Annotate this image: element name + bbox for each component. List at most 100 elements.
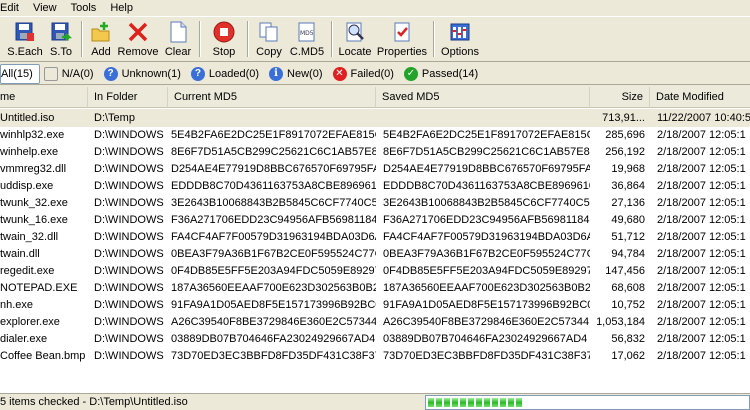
cell-folder: D:\WINDOWS [94,180,164,192]
table-row[interactable]: winhelp.exe D:\WINDOWS 8E6F7D51A5CB299C256… [0,143,750,161]
cell-current: 3E2643B10068843B2B5845C6CF7740C5 [171,197,376,209]
copy-icon [257,20,281,44]
toolbar-button-add[interactable]: Add [86,17,116,61]
filter-unknown-label: Unknown(1) [121,67,181,80]
cell-saved: 0BEA3F79A36B1F67B2CE0F595524C77C [383,248,590,260]
save-each-label: S.Each [7,46,43,58]
toolbar-button-copy-md5[interactable]: MD5 C.MD5 [286,17,328,61]
cell-date: 2/18/2007 12:05:1 [657,299,746,311]
toolbar-separator [199,21,201,57]
copy-md5-icon: MD5 [295,20,319,44]
table-row[interactable]: uddisp.exe D:\WINDOWS EDDDB8C70D4361163753… [0,177,750,195]
filter-all-label: All(15) [1,67,33,80]
cell-folder: D:\WINDOWS [94,248,164,260]
add-folder-icon [89,20,113,44]
table-row[interactable]: twain.dll D:\WINDOWS 0BEA3F79A36B1F67B2CE0… [0,245,750,263]
cell-folder: D:\WINDOWS [94,231,164,243]
cell-date: 2/18/2007 12:05:1 [657,214,746,226]
cell-date: 2/18/2007 12:05:1 [657,282,746,294]
filter-all[interactable]: All(15) [0,63,40,84]
cell-name: twain_32.dll [0,231,59,243]
progress-block [508,398,514,407]
cell-folder: D:\WINDOWS [94,333,164,345]
filter-loaded[interactable]: ? Loaded(0) [187,64,265,84]
cell-folder: D:\WINDOWS [94,316,164,328]
cell-saved: 73D70ED3EC3BBFD8FD35DF431C38F374 [383,350,590,362]
filter-na[interactable]: N/A(0) [40,64,100,84]
filter-unknown[interactable]: ? Unknown(1) [100,64,187,84]
menu-edit[interactable]: Edit [0,0,19,16]
column-header-name[interactable]: me [0,87,88,108]
cell-current: 91FA9A1D05AED8F5E157173996B92BC0 [171,299,376,311]
table-row[interactable]: Coffee Bean.bmp D:\WINDOWS 73D70ED3EC3BBFD… [0,347,750,365]
cell-date: 2/18/2007 12:05:1 [657,129,746,141]
toolbar-button-save-each[interactable]: S.Each [6,17,44,61]
column-header-saved-md5[interactable]: Saved MD5 [376,87,590,108]
filter-passed[interactable]: ✓ Passed(14) [400,64,484,84]
progress-block [460,398,466,407]
question-icon: ? [103,66,118,81]
column-header-folder[interactable]: In Folder [88,87,168,108]
locate-label: Locate [338,46,372,58]
cell-date: 2/18/2007 12:05:1 [657,333,746,345]
cell-current [171,109,376,127]
cell-saved: F36A271706EDD23C94956AFB56981184 [383,214,590,226]
cell-size: 94,784 [611,248,645,260]
table-row[interactable]: dialer.exe D:\WINDOWS 03889DB07B704646FA23… [0,330,750,348]
options-icon [448,20,472,44]
filter-new[interactable]: i New(0) [265,64,328,84]
toolbar-button-options[interactable]: Options [438,17,482,61]
progress-block [428,398,434,407]
progress-block [452,398,458,407]
cell-name: twunk_16.exe [0,214,68,226]
remove-icon [126,20,150,44]
table-row[interactable]: NOTEPAD.EXE D:\WINDOWS 187A36560EEAAF700E6… [0,279,750,297]
info-icon: i [269,66,284,81]
table-row[interactable]: Untitled.iso D:\Temp 713,91... 11/22/2007 1… [0,109,750,127]
toolbar-button-clear[interactable]: Clear [160,17,196,61]
cell-name: Coffee Bean.bmp [0,350,86,362]
cell-saved: FA4CF4AF7F00579D31963194BDA03D6A [383,231,590,243]
menu-help[interactable]: Help [110,0,133,16]
cell-size: 51,712 [611,231,645,243]
filter-failed-label: Failed(0) [350,67,394,80]
save-each-icon [13,20,37,44]
cell-saved [383,109,590,127]
column-header-date[interactable]: Date Modified [650,87,750,108]
filter-failed[interactable]: ✕ Failed(0) [329,64,400,84]
menu-view[interactable]: View [33,0,57,16]
cell-current: 0F4DB85E5FF5E203A94FDC5059E89297 [171,265,376,277]
cell-current: 0BEA3F79A36B1F67B2CE0F595524C77C [171,248,376,260]
progress-block [484,398,490,407]
table-row[interactable]: twunk_32.exe D:\WINDOWS 3E2643B10068843B2B… [0,194,750,212]
column-header-current-md5[interactable]: Current MD5 [168,87,376,108]
progress-block [476,398,482,407]
table-row[interactable]: nh.exe D:\WINDOWS 91FA9A1D05AED8F5E1571739… [0,296,750,314]
table-row[interactable]: explorer.exe D:\WINDOWS A26C39540F8BE37298… [0,313,750,331]
cell-name: uddisp.exe [0,180,54,192]
locate-icon [343,20,367,44]
cell-name: twunk_32.exe [0,197,68,209]
column-header-size[interactable]: Size [590,87,650,108]
cell-date: 11/22/2007 10:40:5 [657,112,750,124]
toolbar-button-locate[interactable]: Locate [336,17,374,61]
toolbar-separator [81,21,83,57]
toolbar-button-remove[interactable]: Remove [116,17,160,61]
toolbar-button-properties[interactable]: Properties [374,17,430,61]
table-row[interactable]: twunk_16.exe D:\WINDOWS F36A271706EDD23C94… [0,211,750,229]
table-row[interactable]: winhlp32.exe D:\WINDOWS 5E4B2FA6E2DC25E1F8… [0,126,750,144]
menu-tools[interactable]: Tools [71,0,97,16]
table-row[interactable]: regedit.exe D:\WINDOWS 0F4DB85E5FF5E203A94… [0,262,750,280]
cell-saved: EDDDB8C70D4361163753A8CBE8969610 [383,180,590,192]
toolbar-button-copy[interactable]: Copy [252,17,286,61]
cell-size: 10,752 [611,299,645,311]
toolbar-button-save-to[interactable]: S.To [44,17,78,61]
filter-bar: All(15) N/A(0) ? Unknown(1) ? Loaded(0) … [0,63,750,85]
cell-saved: 03889DB07B704646FA23024929667AD4 [383,333,588,345]
table-row[interactable]: twain_32.dll D:\WINDOWS FA4CF4AF7F00579D31… [0,228,750,246]
toolbar-button-stop[interactable]: Stop [204,17,244,61]
table-row[interactable]: vmmreg32.dll D:\WINDOWS D254AE4E77919D8BBC… [0,160,750,178]
cell-current: FA4CF4AF7F00579D31963194BDA03D6A [171,231,376,243]
cell-current: EDDDB8C70D4361163753A8CBE8969610 [171,180,376,192]
cell-name: explorer.exe [0,316,60,328]
